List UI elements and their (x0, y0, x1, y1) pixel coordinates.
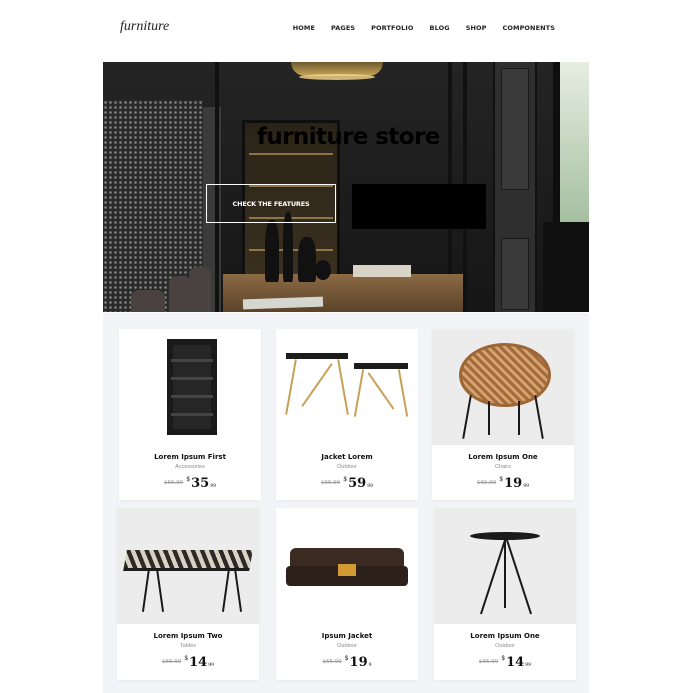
hero-vase (265, 220, 279, 282)
price-cents: 99 (525, 663, 531, 668)
check-features-button[interactable]: CHECK THE FEATURES (206, 184, 336, 223)
price-main: 35 (191, 476, 210, 491)
product-category: Outdoor (337, 643, 357, 649)
product-card[interactable]: Lorem Ipsum One Chairs $65.99 $1999 (432, 329, 574, 500)
product-category: Outdoor (495, 643, 515, 649)
product-name[interactable]: Lorem Ipsum One (432, 453, 574, 461)
nav-pages[interactable]: PAGES (331, 24, 355, 32)
product-card[interactable]: Ipsum Jacket Outdoor $65.99 $199 (276, 508, 418, 680)
hero-section: furniture store CHECK THE FEATURES (103, 62, 589, 312)
price-cents: 99 (210, 484, 216, 489)
site-header: furniture HOME PAGES PORTFOLIO BLOG SHOP… (103, 0, 589, 62)
product-price: $65.99 $1499 (117, 651, 259, 670)
price-cents: 9 (368, 663, 372, 668)
hero-chair (169, 276, 191, 312)
old-price: $65.99 (477, 480, 497, 486)
product-category: Chairs (495, 464, 511, 470)
hero-window (560, 62, 589, 222)
price-currency: $ (186, 476, 191, 483)
product-image[interactable] (434, 508, 576, 624)
product-image[interactable] (276, 508, 418, 624)
hero-cabinet (543, 222, 589, 312)
bookshelf-image (167, 339, 217, 435)
hero-bowl (315, 260, 331, 280)
price-cents: 99 (523, 484, 529, 489)
nav-blog[interactable]: BLOG (430, 24, 450, 32)
price-main: 59 (348, 476, 367, 491)
product-name[interactable]: Lorem Ipsum First (119, 453, 261, 461)
main-nav: HOME PAGES PORTFOLIO BLOG SHOP COMPONENT… (293, 24, 555, 32)
price-main: 19 (349, 655, 368, 670)
product-name[interactable]: Lorem Ipsum One (434, 632, 576, 640)
hero-lamp-glow (299, 74, 375, 80)
nav-shop[interactable]: SHOP (466, 24, 487, 32)
product-card[interactable]: Jacket Lorem Outdoor $65.99 $5999 (276, 329, 418, 500)
hero-chair (189, 267, 211, 312)
old-price: $65.99 (322, 659, 342, 665)
product-category: Accessories (175, 464, 205, 470)
product-category: Tables (180, 643, 196, 649)
nav-home[interactable]: HOME (293, 24, 315, 32)
product-image[interactable] (117, 508, 259, 624)
price-currency: $ (499, 476, 504, 483)
product-grid: Lorem Ipsum First Accessories $65.99 $359… (103, 313, 589, 693)
price-cents: 99 (367, 484, 373, 489)
product-card[interactable]: Lorem Ipsum First Accessories $65.99 $359… (119, 329, 261, 500)
price-main: 14 (506, 655, 525, 670)
product-image[interactable] (276, 329, 418, 445)
price-currency: $ (344, 655, 349, 662)
product-price: $65.99 $1999 (432, 472, 574, 491)
product-image[interactable] (432, 329, 574, 445)
product-name[interactable]: Ipsum Jacket (276, 632, 418, 640)
price-main: 14 (189, 655, 208, 670)
old-price: $65.99 (162, 659, 182, 665)
hero-black-block (352, 184, 486, 229)
nav-portfolio[interactable]: PORTFOLIO (371, 24, 413, 32)
hero-title: furniture store (257, 124, 440, 150)
hero-chair (131, 290, 165, 312)
product-image[interactable] (119, 329, 261, 445)
product-price: $65.99 $199 (276, 651, 418, 670)
nav-components[interactable]: COMPONENTS (503, 24, 556, 32)
site-logo[interactable]: furniture (120, 19, 169, 35)
hero-vase (298, 237, 316, 282)
price-currency: $ (343, 476, 348, 483)
price-main: 19 (504, 476, 523, 491)
old-price: $65.99 (479, 659, 499, 665)
old-price: $65.99 (164, 480, 184, 486)
product-price: $65.99 $5999 (276, 472, 418, 491)
product-price: $65.99 $3599 (119, 472, 261, 491)
product-category: Outdoor (337, 464, 357, 470)
hero-door (493, 62, 537, 312)
product-price: $65.99 $1499 (434, 651, 576, 670)
price-currency: $ (501, 655, 506, 662)
old-price: $65.99 (321, 480, 341, 486)
price-currency: $ (184, 655, 189, 662)
price-cents: 99 (208, 663, 214, 668)
product-card[interactable]: Lorem Ipsum Two Tables $65.99 $1499 (117, 508, 259, 680)
product-name[interactable]: Jacket Lorem (276, 453, 418, 461)
product-card[interactable]: Lorem Ipsum One Outdoor $65.99 $1499 (434, 508, 576, 680)
product-name[interactable]: Lorem Ipsum Two (117, 632, 259, 640)
hero-books (353, 265, 411, 277)
